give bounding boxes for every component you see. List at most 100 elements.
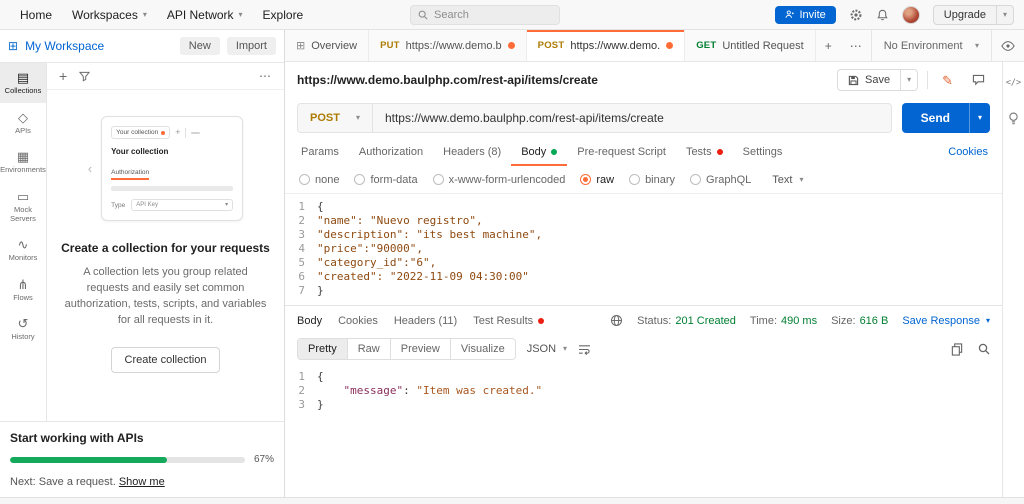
sidebar-item-collections[interactable]: ▤ Collections bbox=[0, 63, 46, 103]
send-button[interactable]: Send ▾ bbox=[901, 103, 990, 133]
code-line[interactable]: 5 "category_id":"6", bbox=[285, 256, 1002, 270]
tab-params[interactable]: Params bbox=[291, 138, 349, 166]
sidebar-item-mock-servers[interactable]: ▭ Mock Servers bbox=[0, 182, 46, 230]
cookies-link[interactable]: Cookies bbox=[948, 138, 996, 166]
send-options-caret[interactable]: ▾ bbox=[968, 103, 990, 133]
code-line[interactable]: 1{ bbox=[285, 370, 1002, 384]
body-type-graphql[interactable]: GraphQL bbox=[690, 174, 751, 186]
edit-pencil-icon[interactable]: ✎ bbox=[937, 71, 958, 90]
nav-explore[interactable]: Explore bbox=[253, 4, 314, 26]
sidebar-item-environments[interactable]: ▦ Environments bbox=[0, 142, 46, 182]
code-line[interactable]: 4 "price":"90000", bbox=[285, 242, 1002, 256]
show-me-link[interactable]: Show me bbox=[119, 476, 165, 488]
tab-headers[interactable]: Headers (8) bbox=[433, 138, 511, 166]
tab-label: Params bbox=[301, 146, 339, 158]
search-response-icon[interactable] bbox=[978, 343, 990, 355]
time-badge: Time: 490 ms bbox=[750, 315, 817, 327]
upgrade-button[interactable]: Upgrade ▾ bbox=[932, 4, 1014, 25]
url-input[interactable]: https://www.demo.baulphp.com/rest-api/it… bbox=[373, 111, 676, 125]
environment-eye-icon[interactable] bbox=[991, 30, 1024, 61]
save-response-button[interactable]: Save Response ▾ bbox=[902, 315, 990, 327]
code-line[interactable]: 7} bbox=[285, 284, 1002, 298]
illustration-tab-label: Your collection bbox=[116, 129, 159, 136]
unsaved-dot-icon bbox=[507, 42, 515, 49]
code-line[interactable]: 2 "message": "Item was created." bbox=[285, 384, 1002, 398]
notifications-bell-icon[interactable] bbox=[876, 8, 889, 22]
search-input[interactable] bbox=[434, 9, 552, 21]
tab-put-request[interactable]: PUT https://www.demo.b bbox=[369, 30, 527, 61]
code-line[interactable]: 1{ bbox=[285, 200, 1002, 214]
code-line[interactable]: 3} bbox=[285, 398, 1002, 412]
view-pretty[interactable]: Pretty bbox=[298, 339, 348, 359]
response-tab-headers[interactable]: Headers (11) bbox=[394, 315, 457, 327]
tab-authorization[interactable]: Authorization bbox=[349, 138, 433, 166]
view-raw[interactable]: Raw bbox=[347, 339, 391, 359]
sidebar: ⊞ My Workspace New Import ▤ Collections ◇… bbox=[0, 30, 285, 497]
create-collection-button[interactable]: Create collection bbox=[110, 346, 221, 373]
body-type-raw[interactable]: raw bbox=[580, 174, 614, 186]
environment-selector[interactable]: No Environment ▾ bbox=[870, 30, 991, 61]
code-snippet-icon[interactable]: </> bbox=[1006, 78, 1021, 88]
tab-get-request[interactable]: GET Untitled Request bbox=[685, 30, 816, 61]
code-line[interactable]: 6 "created": "2022-11-09 04:30:00" bbox=[285, 270, 1002, 284]
code-line[interactable]: 3 "description": "its best machine", bbox=[285, 228, 1002, 242]
tab-pre-request-script[interactable]: Pre-request Script bbox=[567, 138, 676, 166]
nav-home[interactable]: Home bbox=[10, 4, 62, 26]
url-field[interactable]: POST ▾ https://www.demo.baulphp.com/rest… bbox=[297, 103, 892, 133]
line-number: 4 bbox=[298, 242, 305, 255]
sidebar-item-apis[interactable]: ◇ APIs bbox=[0, 103, 46, 143]
body-type-none[interactable]: none bbox=[299, 174, 339, 186]
tab-tests[interactable]: Tests bbox=[676, 138, 733, 166]
radio-icon bbox=[690, 174, 702, 185]
save-icon bbox=[848, 75, 859, 86]
copy-icon[interactable] bbox=[951, 342, 963, 356]
response-tab-cookies[interactable]: Cookies bbox=[338, 315, 378, 327]
wrap-text-icon[interactable] bbox=[578, 344, 591, 355]
sidebar-item-monitors[interactable]: ∿ Monitors bbox=[0, 230, 46, 270]
tab-overview[interactable]: ⊞ Overview bbox=[285, 30, 370, 61]
save-options-caret[interactable]: ▾ bbox=[901, 70, 917, 90]
next-step-text: Next: Save a request. Show me bbox=[10, 476, 274, 488]
response-body-viewer[interactable]: 1{ 2 "message": "Item was created." 3} bbox=[285, 363, 1002, 497]
body-type-x-www-form-urlencoded[interactable]: x-www-form-urlencoded bbox=[432, 174, 565, 186]
nav-api-network[interactable]: API Network ▾ bbox=[157, 4, 253, 26]
workspace-title[interactable]: My Workspace bbox=[25, 39, 173, 53]
body-type-form-data[interactable]: form-data bbox=[354, 174, 418, 186]
tab-options-button[interactable]: ⋯ bbox=[841, 30, 871, 61]
illustration-card: Your collection + Your collection Author… bbox=[101, 116, 244, 221]
json-separator: : bbox=[403, 384, 417, 397]
request-body-editor[interactable]: 1{ 2 "name": "Nuevo registro", 3 "descript… bbox=[285, 193, 1002, 305]
raw-language-selector[interactable]: Text ▾ bbox=[772, 174, 803, 186]
body-type-binary[interactable]: binary bbox=[629, 174, 675, 186]
new-tab-button[interactable]: + bbox=[816, 30, 841, 61]
global-search[interactable] bbox=[410, 5, 560, 25]
tab-settings[interactable]: Settings bbox=[733, 138, 793, 166]
view-visualize[interactable]: Visualize bbox=[450, 339, 515, 359]
filter-icon[interactable] bbox=[79, 71, 91, 82]
method-selector[interactable]: POST ▾ bbox=[298, 104, 373, 132]
tab-label: https://www.demo.b bbox=[405, 39, 502, 52]
add-collection-button[interactable]: + bbox=[59, 69, 67, 83]
nav-workspaces[interactable]: Workspaces ▾ bbox=[62, 4, 157, 26]
user-avatar[interactable] bbox=[901, 5, 920, 24]
response-language-selector[interactable]: JSON ▾ bbox=[527, 343, 567, 355]
invite-button[interactable]: Invite bbox=[775, 5, 836, 24]
response-tab-body[interactable]: Body bbox=[297, 315, 322, 327]
collections-more-options-button[interactable]: ⋯ bbox=[259, 69, 272, 83]
view-preview[interactable]: Preview bbox=[390, 339, 451, 359]
import-button[interactable]: Import bbox=[226, 37, 276, 55]
sidebar-item-flows[interactable]: ⋔ Flows bbox=[0, 270, 46, 310]
sidebar-item-history[interactable]: ↺ History bbox=[0, 309, 46, 349]
new-button[interactable]: New bbox=[179, 37, 220, 55]
tests-content-dot bbox=[716, 149, 723, 155]
lightbulb-icon[interactable] bbox=[1008, 112, 1019, 126]
placeholder-bar bbox=[111, 186, 234, 191]
comment-icon[interactable] bbox=[967, 71, 990, 89]
network-globe-icon[interactable] bbox=[610, 314, 623, 327]
code-line[interactable]: 2 "name": "Nuevo registro", bbox=[285, 214, 1002, 228]
tab-body[interactable]: Body bbox=[511, 138, 567, 166]
settings-gear-icon[interactable] bbox=[849, 8, 863, 22]
tab-post-request[interactable]: POST https://www.demo. bbox=[526, 30, 686, 61]
response-tab-test-results[interactable]: Test Results bbox=[473, 315, 545, 327]
save-button[interactable]: Save ▾ bbox=[837, 69, 919, 91]
